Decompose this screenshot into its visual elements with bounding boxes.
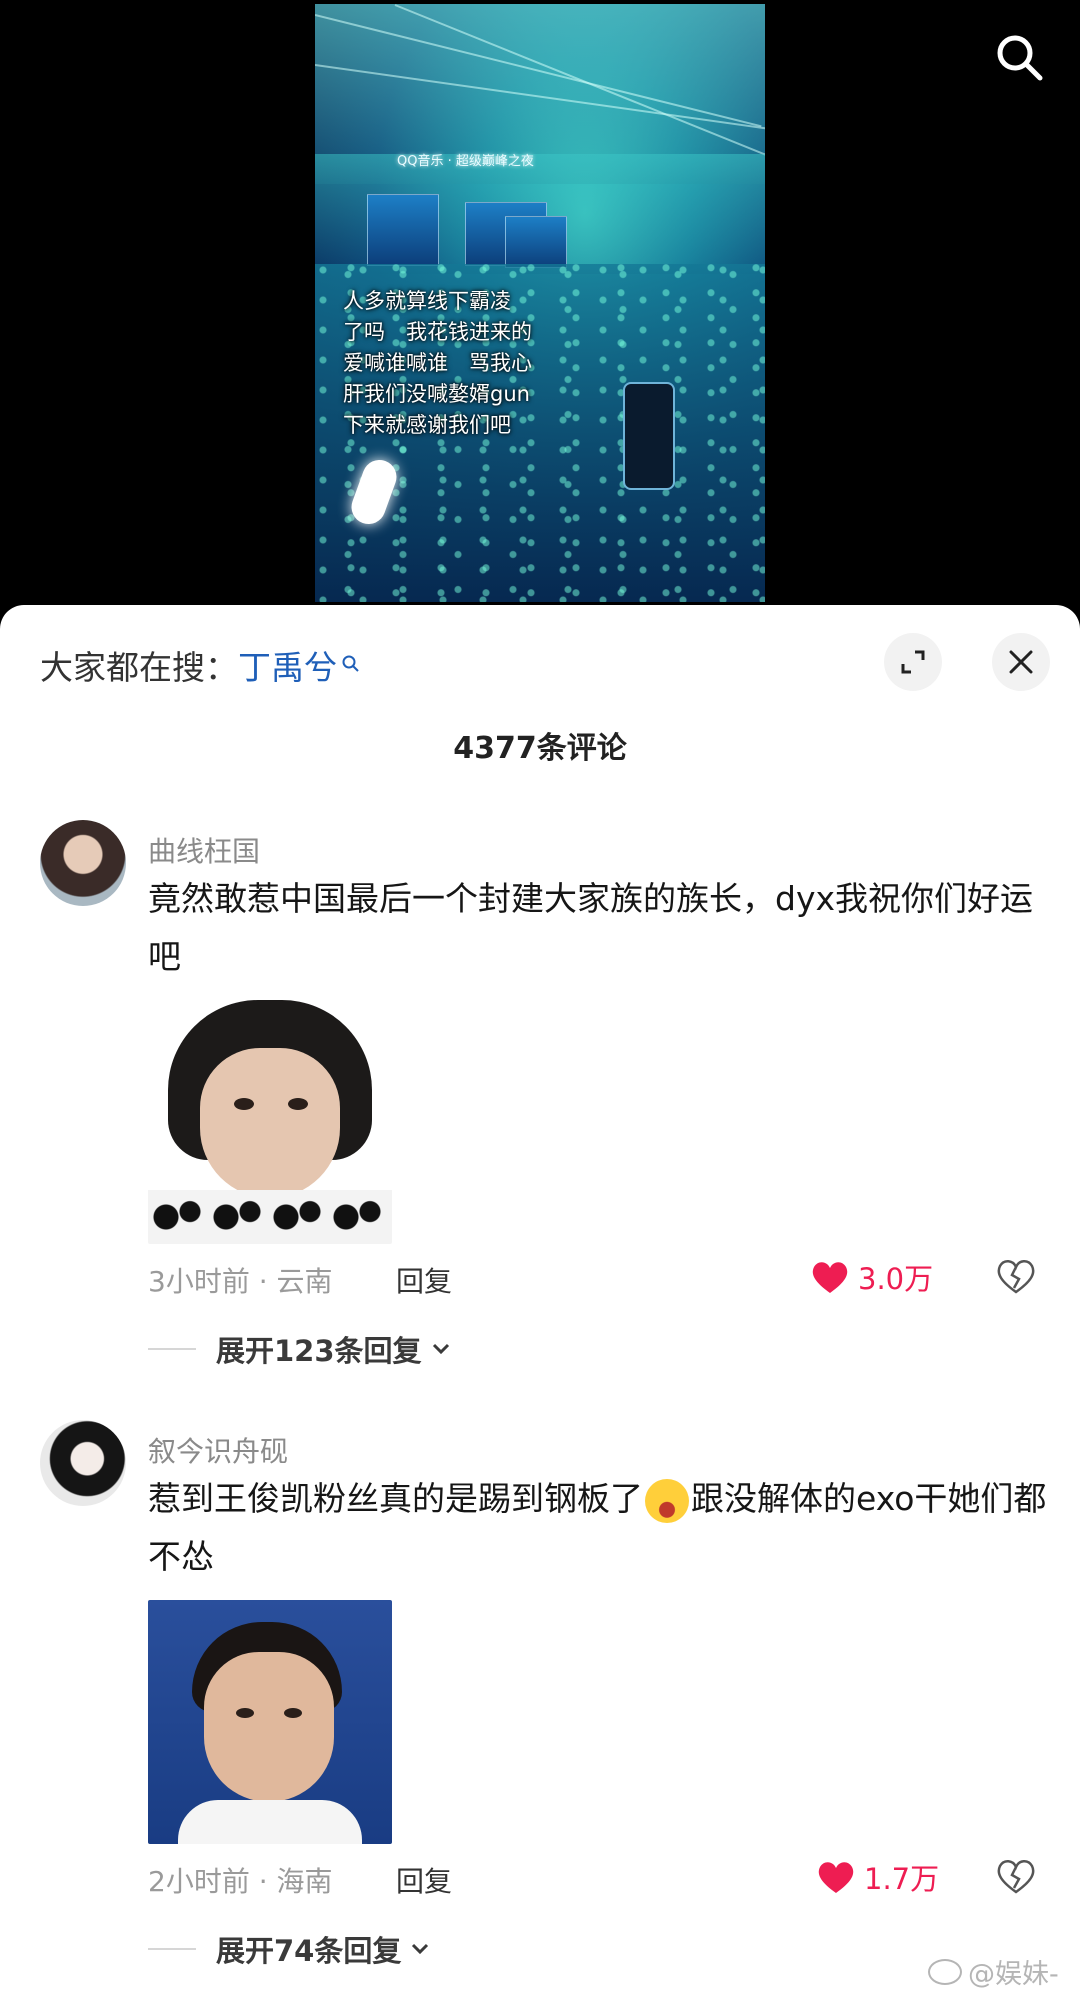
broken-heart-icon <box>997 1860 1035 1894</box>
comment-text-part: 惹到王俊凯粉丝真的是踢到钢板了 <box>148 1479 643 1518</box>
stage-screen <box>505 216 567 268</box>
watermark-text: @娱妹- <box>968 1959 1059 1990</box>
expand-replies-label: 展开123条回复 <box>216 1334 422 1368</box>
fullscreen-button[interactable] <box>884 633 942 691</box>
photo-face <box>200 1048 340 1198</box>
expand-divider <box>148 1948 196 1950</box>
avatar[interactable] <box>40 820 126 906</box>
search-hint-prefix: 大家都在搜： <box>40 648 238 687</box>
comment-meta: 2小时前 · 海南 <box>148 1865 333 1898</box>
dislike-button[interactable] <box>996 1258 1036 1298</box>
like-button[interactable]: 1.7万 <box>816 1856 939 1898</box>
chevron-down-icon <box>412 1943 429 1955</box>
expand-divider <box>148 1348 196 1350</box>
comment-image[interactable] <box>148 1000 392 1244</box>
overlay-line: 肝我们没喊嫯婿gun <box>343 382 530 406</box>
search-hint-term[interactable]: 丁禹兮 <box>238 648 337 687</box>
phone-in-video <box>623 382 675 490</box>
photo-eye <box>234 1098 254 1110</box>
overlay-line: 了吗 我花钱进来的 <box>343 320 532 344</box>
expand-replies-label: 展开74条回复 <box>216 1934 402 1968</box>
photo-collar <box>178 1800 362 1844</box>
comment-image[interactable] <box>148 1600 392 1844</box>
comment-username[interactable]: 曲线枉国 <box>148 830 260 870</box>
comment-count: 4377条评论 <box>453 731 627 766</box>
photo-eye <box>236 1708 254 1718</box>
overlay-line: 人多就算线下霸凌 <box>343 289 511 313</box>
weibo-icon <box>928 1958 962 1985</box>
photo-eye <box>284 1708 302 1718</box>
heart-icon <box>818 1862 854 1893</box>
video-overlay-text: 人多就算线下霸凌 了吗 我花钱进来的 爱喊谁喊谁 骂我心 肝我们没喊嫯婿gun … <box>343 286 563 441</box>
photo-eye <box>288 1098 308 1110</box>
heart-icon <box>812 1262 848 1293</box>
close-icon <box>1009 650 1033 674</box>
comment-meta: 3小时前 · 云南 <box>148 1265 333 1298</box>
video-area[interactable]: QQ音乐 · 超级巅峰之夜 人多就算线下霸凌 了吗 我花钱进来的 爱喊谁喊谁 骂… <box>0 0 1080 605</box>
mini-search-icon <box>341 643 361 682</box>
expand-replies-button[interactable]: 展开74条回复 <box>148 1928 431 1970</box>
venue-caption: QQ音乐 · 超级巅峰之夜 <box>397 154 534 169</box>
comment-text: 竟然敢惹中国最后一个封建大家族的族长，dyx我祝你们好运吧 <box>148 879 1034 976</box>
like-count: 1.7万 <box>864 1862 940 1896</box>
expand-replies-button[interactable]: 展开123条回复 <box>148 1328 452 1370</box>
crying-laugh-emoji-icon <box>645 1478 689 1523</box>
dislike-button[interactable] <box>996 1858 1036 1898</box>
weibo-watermark: @娱妹- <box>928 1952 1059 1991</box>
video-player[interactable]: QQ音乐 · 超级巅峰之夜 人多就算线下霸凌 了吗 我花钱进来的 爱喊谁喊谁 骂… <box>315 4 765 602</box>
comment-text: 惹到王俊凯粉丝真的是踢到钢板了 跟没解体的exo干她们都不怂 <box>148 1470 1048 1586</box>
expand-icon <box>901 650 925 674</box>
stage-screen <box>367 194 439 266</box>
overlay-line: 爱喊谁喊谁 骂我心 <box>343 351 532 375</box>
chevron-down-icon <box>432 1343 449 1355</box>
like-button[interactable]: 3.0万 <box>810 1256 933 1298</box>
photo-face <box>204 1652 334 1802</box>
reply-button[interactable]: 回复 <box>396 1260 452 1300</box>
broken-heart-icon <box>997 1260 1035 1294</box>
close-button[interactable] <box>992 633 1050 691</box>
search-button[interactable] <box>990 28 1048 86</box>
sheet-header: 大家都在搜：丁禹兮 <box>0 605 1080 715</box>
overlay-line: 下来就感谢我们吧 <box>343 413 511 437</box>
avatar[interactable] <box>40 1420 126 1506</box>
reply-button[interactable]: 回复 <box>396 1860 452 1900</box>
trending-search-hint[interactable]: 大家都在搜：丁禹兮 <box>40 641 361 689</box>
comments-sheet: 大家都在搜：丁禹兮 4377条评论 曲线枉国 竟然敢惹中国最后一个封建大家族的族… <box>0 605 1080 1995</box>
search-icon <box>997 35 1043 81</box>
like-count: 3.0万 <box>858 1262 934 1296</box>
comment-username[interactable]: 叙今识舟砚 <box>148 1430 288 1470</box>
photo-shirt <box>148 1190 392 1244</box>
